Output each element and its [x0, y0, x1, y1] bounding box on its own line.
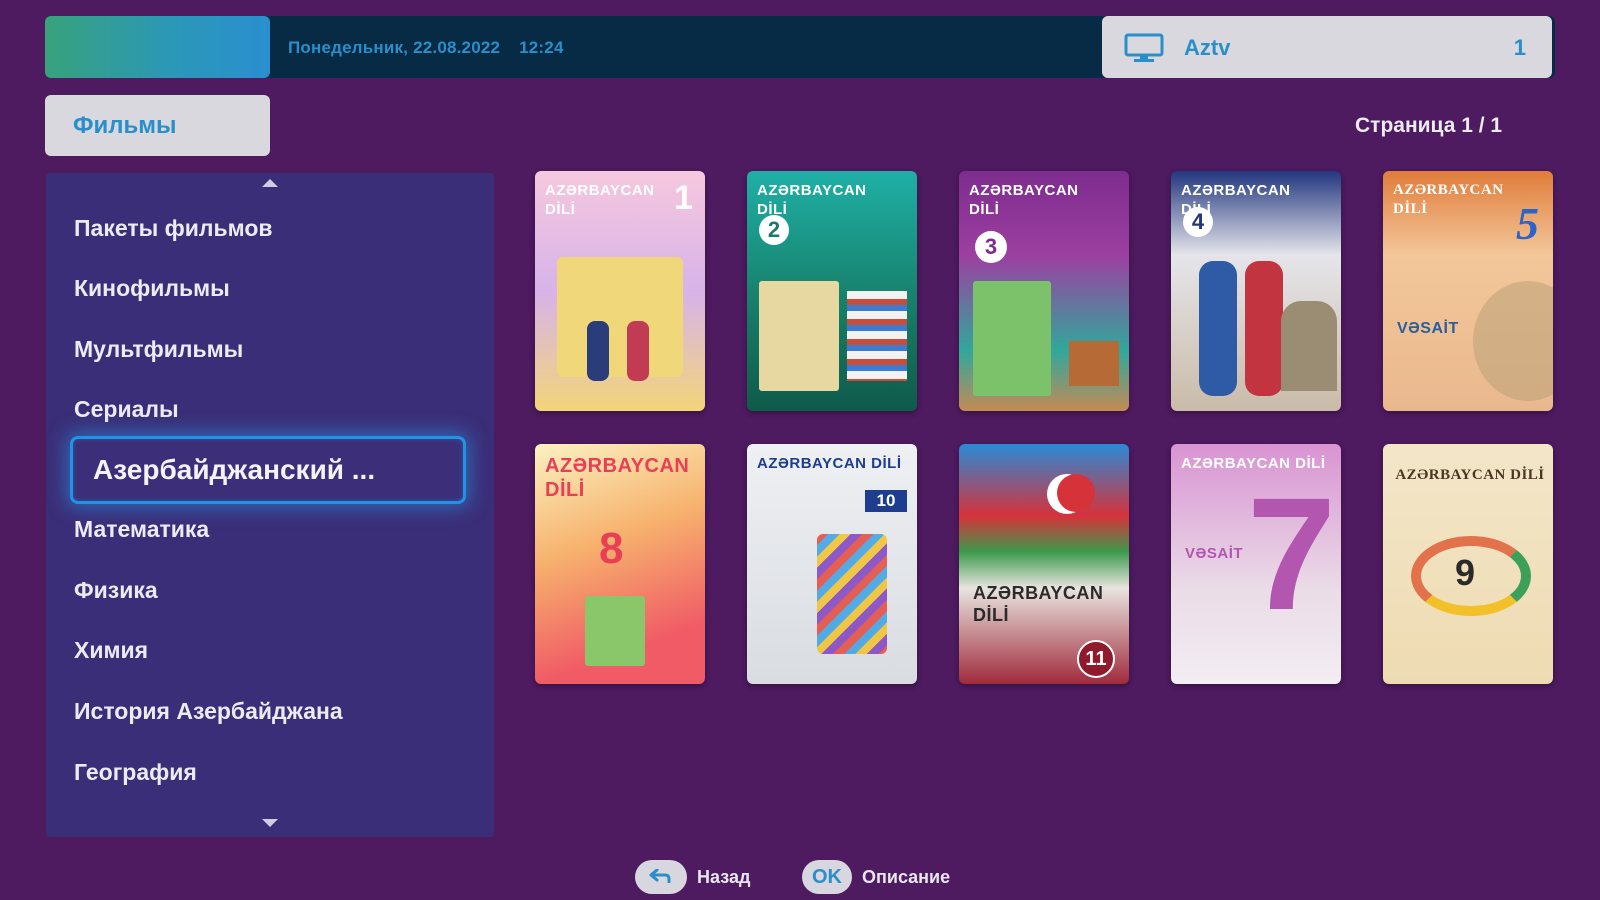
sidebar-item-mathematics[interactable]: Математика	[74, 516, 209, 543]
datetime-display: Понедельник, 22.08.2022 12:24	[288, 38, 564, 58]
channel-name: Aztv	[1184, 35, 1231, 60]
sidebar-item-chemistry[interactable]: Химия	[74, 637, 148, 664]
globe-illustration	[1473, 281, 1553, 401]
page-indicator: Страница 1 / 1	[1355, 114, 1503, 137]
book-illustration	[585, 596, 645, 666]
book-cover-5[interactable]: AZƏRBAYCAN DİLİ 5 VƏSAİT	[1383, 171, 1553, 411]
book-cover-2[interactable]: AZƏRBAYCAN DİLİ 2	[747, 171, 917, 411]
book-cover-9[interactable]: AZƏRBAYCAN DİLİ 7 VƏSAİT	[1171, 444, 1341, 684]
category-sidebar[interactable]: Пакеты фильмов Кинофильмы Мультфильмы Се…	[46, 173, 494, 837]
book-title: AZƏRBAYCAN DİLİ	[1393, 182, 1504, 217]
book-illustration	[973, 281, 1051, 396]
channel-number: 1	[1513, 35, 1526, 60]
book-cover-8[interactable]: AZƏRBAYCAN DİLİ 11	[959, 444, 1129, 684]
back-label: Назад	[697, 867, 751, 887]
book-number: 11	[1077, 640, 1115, 678]
castle-illustration	[557, 257, 683, 377]
book-number: 3	[975, 231, 1007, 263]
book-cover-7[interactable]: AZƏRBAYCAN DİLİ 10	[747, 444, 917, 684]
sidebar-item-azerbaijani-selected[interactable]: Азербайджанский ...	[70, 436, 466, 504]
child-figure	[587, 321, 609, 381]
book-title: AZƏRBAYCAN DİLİ	[545, 182, 655, 218]
rock-illustration	[1281, 301, 1337, 391]
book-number: 8	[599, 524, 624, 573]
book-number: 9	[1455, 552, 1476, 593]
sidebar-item-physics[interactable]: Физика	[74, 577, 158, 604]
book-cover-6[interactable]: AZƏRBAYCAN DİLİ 8	[535, 444, 705, 684]
book-illustration	[759, 281, 839, 391]
book-number: 7	[1247, 464, 1336, 643]
brand-logo	[45, 16, 270, 78]
sidebar-item-geography[interactable]: География	[74, 759, 197, 786]
book-cover-3[interactable]: AZƏRBAYCAN DİLİ 3	[959, 171, 1129, 411]
book-number: 10	[865, 490, 907, 512]
scroll-down-icon[interactable]	[262, 819, 278, 827]
book-cover-1[interactable]: AZƏRBAYCAN DİLİ 1	[535, 171, 705, 411]
sidebar-item-series[interactable]: Сериалы	[74, 396, 179, 423]
book-title: AZƏRBAYCAN DİLİ	[757, 182, 867, 218]
crescent-mask	[1057, 474, 1095, 512]
back-key[interactable]	[635, 860, 687, 894]
book-cover-4[interactable]: AZƏRBAYCAN DİLİ 4	[1171, 171, 1341, 411]
child-figure	[1199, 261, 1237, 396]
book-title: AZƏRBAYCAN DİLİ	[1395, 467, 1545, 483]
section-button[interactable]: Фильмы	[45, 95, 270, 156]
sidebar-item-history[interactable]: История Азербайджана	[74, 698, 343, 725]
child-figure	[1245, 261, 1283, 396]
tv-monitor-icon	[1124, 33, 1164, 62]
book-stack	[847, 291, 907, 381]
book-subtitle: VƏSAİT	[1185, 545, 1244, 562]
book-stack	[1069, 341, 1119, 386]
date-text: Понедельник, 22.08.2022	[288, 38, 501, 57]
sidebar-item-film-packages[interactable]: Пакеты фильмов	[74, 215, 273, 242]
ok-label: Описание	[862, 867, 951, 887]
current-channel[interactable]: Aztv 1	[1102, 16, 1552, 78]
book-number: 5	[1516, 198, 1539, 249]
sidebar-item-movies[interactable]: Кинофильмы	[74, 275, 230, 302]
book-title: AZƏRBAYCAN DİLİ	[545, 455, 690, 501]
book-title: AZƏRBAYCAN DİLİ	[757, 455, 902, 472]
book-number: 1	[674, 179, 693, 217]
child-figure	[627, 321, 649, 381]
book-number: 4	[1183, 207, 1213, 237]
book-subtitle: VƏSAİT	[1397, 320, 1459, 337]
sidebar-item-cartoons[interactable]: Мультфильмы	[74, 336, 243, 363]
back-arrow-icon	[649, 869, 671, 883]
book-title: AZƏRBAYCAN DİLİ	[969, 182, 1079, 218]
book-number: 2	[759, 215, 789, 245]
ok-key[interactable]: OK	[802, 860, 852, 894]
book-cover-10[interactable]: AZƏRBAYCAN DİLİ 9	[1383, 444, 1553, 684]
book-title: AZƏRBAYCAN DİLİ	[973, 583, 1104, 625]
abstract-ribbons	[817, 534, 887, 654]
time-text: 12:24	[519, 38, 564, 57]
scroll-up-icon[interactable]	[262, 179, 278, 187]
